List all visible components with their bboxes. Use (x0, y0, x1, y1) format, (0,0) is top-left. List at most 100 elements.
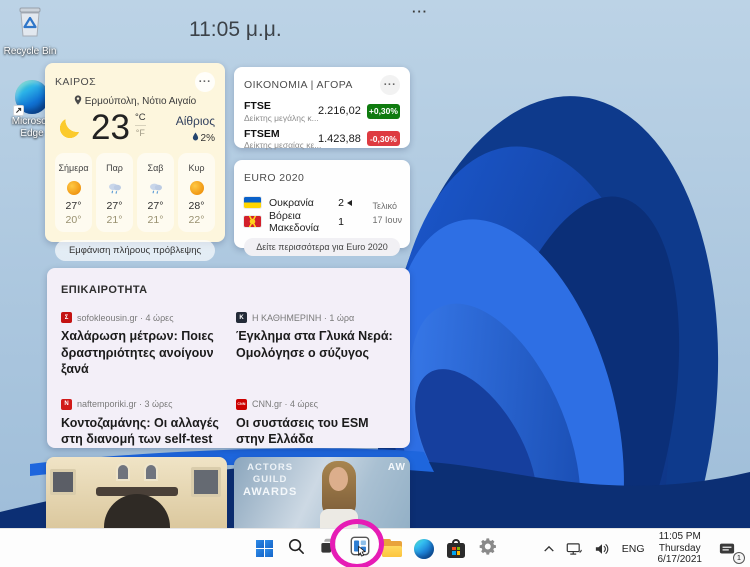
forecast-day-today[interactable]: Σήμερα 27° 20° (55, 153, 92, 232)
network-icon[interactable] (564, 540, 585, 558)
tray-chevron-up-icon[interactable] (541, 542, 557, 555)
article-source: CNN.gr · 4 ώρες (252, 399, 319, 409)
sports-see-more-button[interactable]: Δείτε περισσότερα για Euro 2020 (244, 238, 400, 256)
team-score: 1 (338, 215, 344, 228)
location-pin-icon (74, 95, 82, 108)
file-explorer-button[interactable] (381, 538, 403, 560)
match-row-north-macedonia[interactable]: Βόρεια Μακεδονία 1 (244, 209, 352, 234)
edge-logo-icon (13, 80, 49, 116)
sag-text-line2: GUILD (252, 473, 288, 485)
edge-button[interactable] (413, 538, 435, 560)
settings-button[interactable] (477, 537, 499, 560)
folder-icon (382, 538, 402, 557)
rain-cloud-icon (96, 180, 133, 196)
day-high: 27° (65, 200, 82, 212)
north-macedonia-flag-icon (244, 216, 261, 227)
notification-center-button[interactable]: 1 (716, 539, 745, 564)
sag-text-line1: ACTORS (247, 462, 294, 473)
cnn-favicon: CNN (236, 398, 247, 410)
forecast-day-sun[interactable]: Κυρ 28° 22° (178, 153, 215, 232)
widgets-panel-clock: 11:05 μ.μ. (189, 18, 282, 41)
widgets-panel-more-icon[interactable]: ··· (412, 4, 428, 19)
desktop-icon-recycle-bin[interactable]: Recycle Bin (2, 5, 58, 58)
day-low: 22° (188, 214, 205, 226)
stock-row-ftse[interactable]: FTSE Δείκτης μεγάλης κ... 2.216,02 +0,30… (244, 100, 400, 123)
sports-title: EURO 2020 (244, 172, 305, 184)
forecast-day-sat[interactable]: Σαβ 27° 21° (137, 153, 174, 232)
day-name: Σαβ (147, 163, 164, 173)
tray-date: 6/17/2021 (657, 554, 703, 566)
finance-title: ΟΙΚΟΝΟΜΙΑ | ΑΓΟΡΑ (244, 79, 353, 91)
recycle-bin-icon (12, 7, 48, 43)
tray-time: 11:05 PM (658, 530, 701, 542)
sofokleousin-favicon: Σ (61, 312, 72, 323)
photo-card-sag-awards[interactable]: ACTORS GUILD AWARDS AW (234, 457, 410, 528)
rain-cloud-icon (137, 180, 174, 196)
sports-widget-card: EURO 2020 Ουκρανία 2 Βόρεια Μακεδονία 1 … (234, 160, 410, 256)
start-button[interactable] (253, 538, 275, 560)
team-name: Ουκρανία (269, 196, 314, 209)
team-name: Βόρεια Μακεδονία (269, 209, 320, 234)
match-status: Τελικό (372, 201, 397, 211)
news-widget-card: ΕΠΙΚΑΙΡΟΤΗΤΑ Σ sofokleousin.gr · 4 ώρες … (47, 268, 410, 448)
current-temperature: 23 (91, 108, 130, 147)
precip-chance: 2% (200, 132, 215, 144)
weather-full-forecast-button[interactable]: Εμφάνιση πλήρους πρόβλεψης (55, 240, 215, 261)
day-high: 27° (106, 200, 123, 212)
microsoft-store-button[interactable] (445, 538, 467, 560)
article-headline: Οι συστάσεις του ESM στην Ελλάδα (236, 415, 369, 447)
day-name: Κυρ (188, 163, 205, 173)
stock-description: Δείκτης μεγάλης κ... (244, 112, 319, 123)
article-source: Η ΚΑΘΗΜΕΡΙΝΗ · 1 ώρα (252, 312, 355, 323)
task-view-button[interactable] (317, 538, 339, 560)
news-title: ΕΠΙΚΑΙΡΟΤΗΤΑ (61, 284, 148, 296)
sag-text-line3: AWARDS (243, 485, 298, 498)
match-date: 17 Ιουν (372, 214, 402, 225)
stock-symbol: FTSEM (244, 127, 280, 140)
article-source: sofokleousin.gr · 4 ώρες (77, 312, 174, 323)
article-headline: Έγκλημα στα Γλυκά Νερά: Ομολόγησε ο σύζυ… (236, 329, 393, 360)
task-view-icon (318, 536, 338, 561)
stock-symbol: FTSE (244, 100, 271, 112)
store-bag-icon (447, 539, 465, 558)
day-low: 21° (106, 214, 123, 226)
unit-celsius[interactable]: °C (135, 112, 146, 125)
day-low: 20° (65, 214, 82, 226)
search-button[interactable] (285, 538, 307, 560)
article-headline: Κοντοζαμάνης: Οι αλλαγές στη διανομή των… (61, 415, 219, 447)
volume-icon[interactable] (592, 540, 612, 558)
edge-icon (414, 538, 434, 559)
forecast-day-fri[interactable]: Παρ 27° 21° (96, 153, 133, 232)
unit-fahrenheit[interactable]: °F (134, 125, 146, 138)
raindrop-icon (192, 132, 199, 144)
news-article-1[interactable]: Σ sofokleousin.gr · 4 ώρες Χαλάρωση μέτρ… (61, 312, 221, 378)
widgets-icon (349, 535, 371, 562)
shortcut-arrow-icon (13, 105, 24, 116)
news-article-3[interactable]: N naftemporiki.gr · 3 ώρες Κοντοζαμάνης:… (61, 398, 221, 448)
tray-clock[interactable]: 11:05 PM Thursday 6/17/2021 (655, 531, 706, 566)
weather-condition: Αίθριος (175, 114, 215, 128)
weather-title: ΚΑΙΡΟΣ (55, 76, 96, 88)
sunny-icon (178, 180, 215, 196)
tray-day: Thursday (658, 542, 701, 554)
stock-value: 1.423,88 (318, 132, 361, 145)
weather-more-icon[interactable]: ··· (195, 72, 215, 92)
finance-widget-card: ΟΙΚΟΝΟΜΙΑ | ΑΓΟΡΑ ··· FTSE Δείκτης μεγάλ… (234, 67, 410, 150)
stock-row-ftsem[interactable]: FTSEM Δείκτης μεσαίας κε... 1.423,88 -0,… (244, 127, 400, 150)
search-icon (287, 537, 306, 561)
team-score: 2 (338, 196, 344, 209)
weather-widget-card: ΚΑΙΡΟΣ ··· Ερμούπολη, Νότιο Αιγαίο 23 °C… (45, 63, 225, 261)
article-headline: Χαλάρωση μέτρων: Ποιες δραστηριότητες αν… (61, 329, 214, 376)
language-indicator[interactable]: ENG (619, 541, 648, 557)
stock-change-badge: -0,30% (366, 131, 400, 147)
day-name: Σήμερα (58, 163, 89, 173)
sag-text-fragment: AW (387, 462, 406, 473)
winner-marker-icon (347, 199, 352, 206)
widgets-button[interactable] (349, 535, 371, 562)
weather-location: Ερμούπολη, Νότιο Αιγαίο (84, 96, 197, 107)
news-article-4[interactable]: CNN CNN.gr · 4 ώρες Οι συστάσεις του ESM… (236, 398, 396, 448)
article-source: naftemporiki.gr · 3 ώρες (77, 399, 173, 409)
finance-more-icon[interactable]: ··· (380, 75, 400, 95)
news-article-2[interactable]: Κ Η ΚΑΘΗΜΕΡΙΝΗ · 1 ώρα Έγκλημα στα Γλυκά… (236, 312, 396, 378)
photo-card-building[interactable] (46, 457, 227, 528)
